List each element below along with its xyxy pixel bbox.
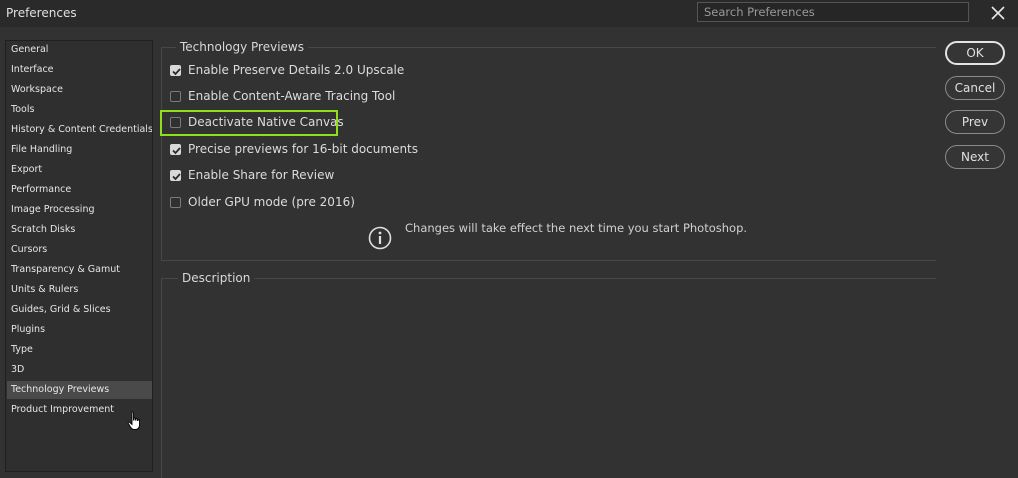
sidebar-item-type[interactable]: Type [7, 341, 152, 359]
option-label: Enable Preserve Details 2.0 Upscale [188, 63, 405, 77]
sidebar-item-tools[interactable]: Tools [7, 101, 152, 119]
checkbox[interactable] [170, 170, 181, 181]
search-input[interactable]: Search Preferences [697, 2, 969, 22]
checkbox[interactable] [170, 91, 181, 102]
sidebar-item-image-processing[interactable]: Image Processing [7, 201, 152, 219]
cancel-button[interactable]: Cancel [945, 76, 1005, 100]
checkbox[interactable] [170, 144, 181, 155]
sidebar-item-scratch-disks[interactable]: Scratch Disks [7, 221, 152, 239]
hand-cursor-icon [127, 411, 140, 430]
sidebar-item-history-content-credentials[interactable]: History & Content Credentials [7, 121, 152, 139]
window-title: Preferences [6, 6, 77, 20]
ok-button[interactable]: OK [945, 41, 1005, 65]
info-icon [368, 226, 392, 250]
sidebar-item-general[interactable]: General [7, 41, 152, 59]
checkmark-icon [172, 68, 181, 76]
checkmark-icon [172, 147, 181, 155]
option-label: Older GPU mode (pre 2016) [188, 195, 355, 209]
sidebar-item-units-rulers[interactable]: Units & Rulers [7, 281, 152, 299]
technology-previews-heading: Technology Previews [176, 40, 308, 54]
close-icon[interactable] [988, 3, 1008, 23]
sidebar-item-technology-previews[interactable]: Technology Previews [7, 381, 152, 399]
sidebar-item-workspace[interactable]: Workspace [7, 81, 152, 99]
description-group [161, 278, 936, 478]
sidebar-item-3d[interactable]: 3D [7, 361, 152, 379]
option-label: Precise previews for 16-bit documents [188, 142, 419, 156]
sidebar-item-cursors[interactable]: Cursors [7, 241, 152, 259]
next-button[interactable]: Next [945, 145, 1005, 169]
checkbox[interactable] [170, 197, 181, 208]
sidebar-item-plugins[interactable]: Plugins [7, 321, 152, 339]
sidebar-item-file-handling[interactable]: File Handling [7, 141, 152, 159]
description-heading: Description [178, 271, 255, 285]
restart-notice: Changes will take effect the next time y… [405, 221, 748, 235]
sidebar-item-performance[interactable]: Performance [7, 181, 152, 199]
sidebar-item-export[interactable]: Export [7, 161, 152, 179]
option-label: Enable Share for Review [188, 168, 335, 182]
sidebar-item-transparency-gamut[interactable]: Transparency & Gamut [7, 261, 152, 279]
title-bar: Preferences Search Preferences [0, 0, 1018, 27]
option-label: Enable Content-Aware Tracing Tool [188, 89, 396, 103]
highlight-box [160, 110, 338, 136]
checkbox[interactable] [170, 65, 181, 76]
sidebar-item-guides-grid-slices[interactable]: Guides, Grid & Slices [7, 301, 152, 319]
prev-button[interactable]: Prev [945, 110, 1005, 134]
sidebar-item-interface[interactable]: Interface [7, 61, 152, 79]
checkmark-icon [172, 173, 181, 181]
preferences-sidebar: General Interface Workspace Tools Histor… [5, 40, 153, 472]
